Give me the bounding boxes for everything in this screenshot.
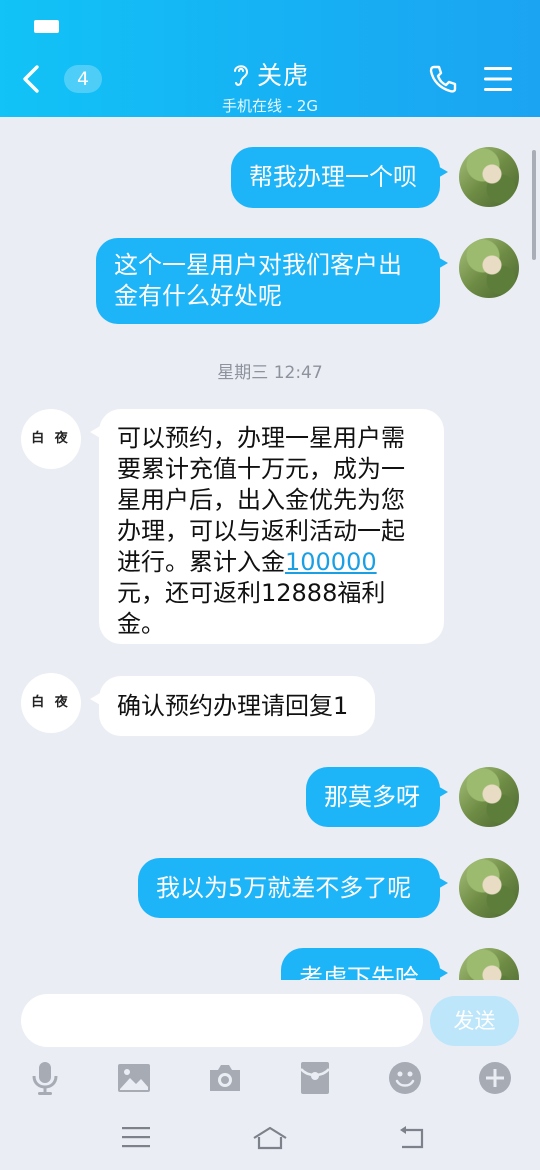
message-text-line: 星用户后，出入金优先为您 [117, 486, 405, 514]
message-text-line: 办理，可以与返利活动一起 [117, 517, 405, 545]
timestamp: 星期三 12:47 [217, 363, 323, 383]
my-avatar[interactable] [459, 858, 519, 918]
contact-name: 关虎 [256, 61, 309, 90]
menu-icon[interactable] [122, 1126, 150, 1148]
message-text: 确认预约办理请回复1 [117, 692, 349, 720]
message-text: 进行。累计入金 [117, 548, 285, 576]
message-text-line: 金有什么好处呢 [114, 282, 282, 310]
image-icon [118, 1064, 150, 1092]
red-packet-button[interactable] [293, 1056, 337, 1100]
message-bubble[interactable]: 可以预约，办理一星用户需 要累计充值十万元，成为一 星用户后，出入金优先为您 办… [90, 409, 444, 644]
red-packet-icon [300, 1062, 330, 1094]
message-input[interactable] [21, 994, 423, 1047]
message-bubble[interactable]: 帮我办理一个呗 [231, 147, 448, 208]
emoji-icon [389, 1062, 421, 1094]
message-list[interactable]: 帮我办理一个呗 这个一星用户对我们客户出 金有什么好处呢 星期三 12:47 白… [0, 117, 540, 980]
message-text: 那莫多呀 [324, 783, 420, 811]
message-text: 帮我办理一个呗 [249, 163, 417, 191]
message-text-line: 元，还可返利12888福利 [117, 579, 386, 607]
home-icon[interactable] [252, 1126, 288, 1150]
contact-avatar[interactable]: 白 夜 [21, 673, 81, 733]
number-link[interactable]: 100000 [285, 548, 377, 576]
input-toolbar [0, 1056, 540, 1108]
message-bubble[interactable]: 确认预约办理请回复1 [90, 676, 375, 736]
my-avatar[interactable] [459, 767, 519, 827]
message-text-line: 可以预约，办理一星用户需 [117, 424, 405, 452]
message-bubble[interactable]: 我以为5万就差不多了呢 [138, 858, 448, 918]
message-text-line: 进行。累计入金100000 [117, 547, 426, 578]
plus-icon [479, 1062, 511, 1094]
message-bubble[interactable]: 这个一星用户对我们客户出 金有什么好处呢 [96, 238, 448, 324]
image-button[interactable] [112, 1056, 156, 1100]
my-avatar[interactable] [459, 238, 519, 298]
microphone-button[interactable] [23, 1056, 67, 1100]
menu-icon[interactable] [484, 66, 512, 92]
message-text-line: 金。 [117, 610, 165, 638]
message-text: 我以为5万就差不多了呢 [156, 874, 412, 902]
message-bubble[interactable]: 那莫多呀 [306, 767, 448, 827]
phone-icon[interactable] [428, 64, 458, 94]
online-status: 手机在线 - 2G [221, 97, 319, 115]
my-avatar[interactable] [459, 147, 519, 207]
title-area: 关虎 手机在线 - 2G [0, 56, 540, 116]
ear-icon[interactable] [231, 61, 251, 87]
contact-avatar[interactable]: 白 夜 [21, 409, 81, 469]
plus-button[interactable] [473, 1056, 517, 1100]
microphone-icon [32, 1062, 58, 1095]
camera-icon [210, 1065, 240, 1091]
message-text-line: 这个一星用户对我们客户出 [114, 251, 402, 279]
message-text: 考虑下先哈 [299, 964, 419, 980]
system-navigation-bar [0, 1108, 540, 1170]
status-indicator [34, 20, 59, 33]
scrollbar[interactable] [532, 150, 536, 260]
emoji-button[interactable] [383, 1056, 427, 1100]
message-bubble[interactable]: 考虑下先哈 [281, 948, 448, 980]
back-icon[interactable] [398, 1126, 426, 1150]
send-button[interactable]: 发送 [430, 996, 519, 1046]
message-text-line: 要累计充值十万元，成为一 [117, 455, 405, 483]
camera-button[interactable] [203, 1056, 247, 1100]
my-avatar[interactable] [459, 948, 519, 980]
chat-header: 4 关虎 手机在线 - 2G [0, 0, 540, 117]
